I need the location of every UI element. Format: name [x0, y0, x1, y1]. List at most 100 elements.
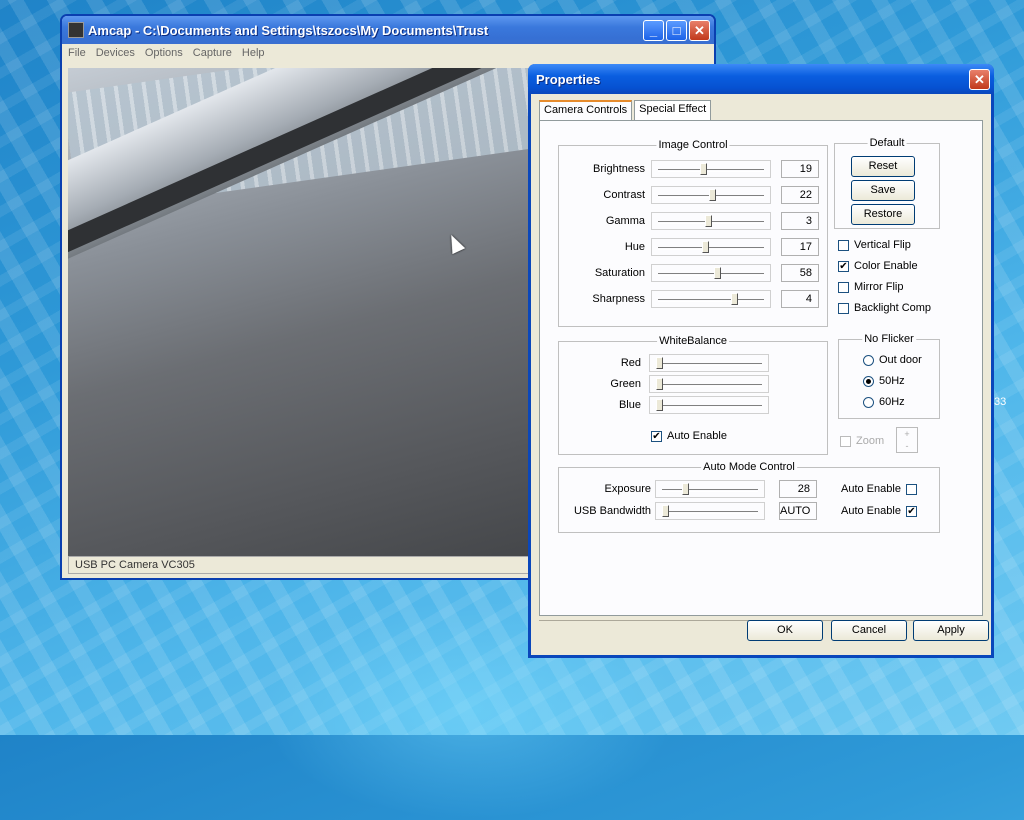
auto-mode-group: Auto Mode Control Exposure 28 Auto Enable U…	[558, 461, 940, 533]
radio-out-door[interactable]: Out door	[863, 354, 922, 366]
default-group: Default Reset Save Restore	[834, 137, 940, 229]
radio-button[interactable]	[863, 396, 874, 408]
default-legend: Default	[867, 137, 907, 149]
image-control-saturation-thumb[interactable]	[713, 267, 721, 279]
checkbox-box[interactable]: ✔	[905, 505, 917, 517]
image-control-contrast-value[interactable]: 22	[781, 186, 819, 204]
wb-green-thumb[interactable]	[656, 378, 663, 390]
wb-green-label: Green	[610, 378, 641, 390]
checkbox-box[interactable]	[905, 483, 917, 495]
checkbox-box[interactable]	[838, 302, 849, 314]
close-button[interactable]: ✕	[689, 19, 710, 41]
image-control-gamma-thumb[interactable]	[705, 215, 713, 227]
wb-auto-enable-box[interactable]: ✔	[651, 430, 662, 442]
checkbox-vertical-flip[interactable]: Vertical Flip	[838, 239, 911, 251]
menu-devices[interactable]: Devices	[96, 47, 135, 59]
maximize-button[interactable]: □	[666, 19, 687, 41]
image-control-brightness-value[interactable]: 19	[781, 160, 819, 178]
white-balance-legend: WhiteBalance	[657, 335, 729, 347]
wb-blue-thumb[interactable]	[656, 399, 663, 411]
wb-green-slider[interactable]	[649, 375, 769, 393]
save-button[interactable]: Save	[851, 180, 915, 201]
menu-options[interactable]: Options	[145, 47, 183, 59]
zoom-spin-down[interactable]: -	[897, 440, 917, 452]
cancel-button[interactable]: Cancel	[831, 620, 907, 641]
image-control-brightness-slider[interactable]	[651, 160, 771, 178]
menu-bar: File Devices Options Capture Help	[62, 44, 714, 62]
auto-mode-usb-bandwidth-slider[interactable]	[655, 502, 765, 520]
zoom-label: Zoom	[856, 435, 885, 447]
auto-mode-usb-bandwidth-value[interactable]: AUTO	[779, 502, 817, 520]
image-control-hue-slider[interactable]	[651, 238, 771, 256]
wb-auto-enable-checkbox[interactable]: ✔ Auto Enable	[651, 430, 727, 442]
no-flicker-legend: No Flicker	[862, 333, 916, 345]
checkbox-box[interactable]	[838, 239, 849, 251]
image-control-gamma-value[interactable]: 3	[781, 212, 819, 230]
checkbox-label: Auto Enable	[841, 505, 901, 517]
auto-mode-exposure-auto-checkbox[interactable]: Auto Enable	[841, 483, 917, 495]
zoom-checkbox[interactable]: Zoom	[840, 435, 884, 447]
auto-mode-exposure-thumb[interactable]	[682, 483, 690, 495]
image-control-saturation-slider[interactable]	[651, 264, 771, 282]
wb-green-track	[656, 384, 762, 387]
properties-titlebar[interactable]: Properties ✕	[528, 64, 994, 94]
wb-red-slider[interactable]	[649, 354, 769, 372]
minimize-button[interactable]: _	[643, 19, 664, 41]
image-control-contrast-thumb[interactable]	[708, 189, 716, 201]
amcap-titlebar[interactable]: Amcap - C:\Documents and Settings\tszocs…	[62, 16, 714, 44]
image-control-hue-label: Hue	[624, 241, 645, 253]
checkbox-mirror-flip[interactable]: Mirror Flip	[838, 281, 904, 293]
auto-mode-usb-bandwidth-thumb[interactable]	[662, 505, 669, 517]
reset-button[interactable]: Reset	[851, 156, 915, 177]
zoom-box[interactable]	[840, 435, 851, 447]
wb-auto-enable-label: Auto Enable	[667, 430, 727, 442]
zoom-spin-up[interactable]: +	[897, 428, 917, 440]
image-control-gamma-slider[interactable]	[651, 212, 771, 230]
checkbox-backlight-comp[interactable]: Backlight Comp	[838, 302, 931, 314]
restore-button[interactable]: Restore	[851, 204, 915, 225]
ok-button[interactable]: OK	[747, 620, 823, 641]
auto-mode-exposure-slider[interactable]	[655, 480, 765, 498]
wb-red-thumb[interactable]	[656, 357, 663, 369]
radio-button[interactable]	[863, 354, 874, 366]
image-control-group: Image Control Brightness 19 Contrast 22 Gamm…	[558, 139, 828, 327]
auto-mode-exposure-track	[662, 489, 758, 492]
checkbox-box[interactable]	[838, 281, 849, 293]
image-control-saturation-value[interactable]: 58	[781, 264, 819, 282]
image-control-sharpness-value[interactable]: 4	[781, 290, 819, 308]
radio-50hz[interactable]: 50Hz	[863, 375, 905, 387]
properties-close-button[interactable]: ✕	[969, 68, 990, 90]
desktop-edge-text: 33	[994, 396, 1007, 408]
tab-camera-controls[interactable]: Camera Controls	[539, 100, 633, 122]
image-control-brightness-label: Brightness	[593, 163, 645, 175]
menu-help[interactable]: Help	[242, 47, 265, 59]
menu-capture[interactable]: Capture	[193, 47, 232, 59]
apply-button[interactable]: Apply	[913, 620, 989, 641]
image-control-sharpness-label: Sharpness	[592, 293, 645, 305]
image-control-brightness-thumb[interactable]	[700, 163, 708, 175]
auto-mode-exposure-value[interactable]: 28	[779, 480, 817, 498]
image-control-gamma-label: Gamma	[605, 215, 645, 227]
auto-mode-legend: Auto Mode Control	[701, 461, 797, 473]
radio-label: 50Hz	[879, 375, 905, 387]
image-control-hue-thumb[interactable]	[702, 241, 710, 253]
auto-mode-usb-bandwidth-auto-checkbox[interactable]: ✔ Auto Enable	[841, 505, 917, 517]
zoom-spinner[interactable]: + -	[896, 427, 918, 453]
image-control-hue-value[interactable]: 17	[781, 238, 819, 256]
radio-60hz[interactable]: 60Hz	[863, 396, 905, 408]
image-control-legend: Image Control	[656, 139, 730, 151]
menu-file[interactable]: File	[68, 47, 86, 59]
radio-button[interactable]	[863, 375, 874, 387]
checkbox-color-enable[interactable]: ✔ Color Enable	[838, 260, 918, 272]
checkbox-box[interactable]: ✔	[838, 260, 849, 272]
image-control-contrast-slider[interactable]	[651, 186, 771, 204]
white-balance-group: WhiteBalance Red Green Blue ✔ Auto Enable	[558, 335, 828, 455]
amcap-title: Amcap - C:\Documents and Settings\tszocs…	[88, 22, 489, 38]
wb-blue-slider[interactable]	[649, 396, 769, 414]
image-control-contrast-label: Contrast	[603, 189, 645, 201]
tab-special-effect[interactable]: Special Effect	[634, 100, 712, 122]
wb-blue-track	[656, 405, 762, 408]
image-control-sharpness-track	[658, 299, 764, 302]
image-control-sharpness-slider[interactable]	[651, 290, 771, 308]
image-control-sharpness-thumb[interactable]	[730, 293, 738, 305]
